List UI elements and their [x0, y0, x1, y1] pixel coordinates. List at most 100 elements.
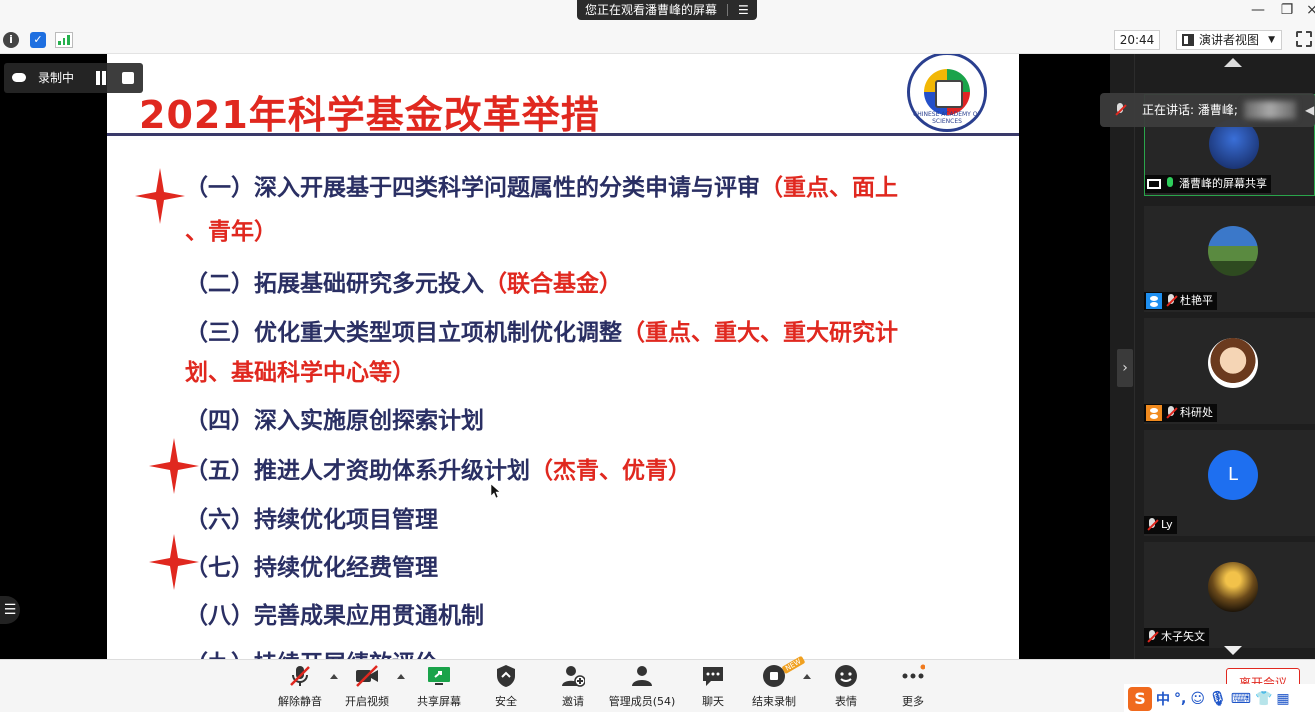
ime-language[interactable]: 中 [1156, 689, 1170, 709]
person-icon [1146, 293, 1162, 309]
ime-grid-icon[interactable]: ▦ [1276, 691, 1289, 707]
title-bar: 您正在观看潘曹峰的屏幕 ☰ — ❐ × [0, 0, 1315, 26]
ime-punctuation[interactable]: °, [1174, 691, 1186, 707]
pause-recording-button[interactable] [94, 71, 108, 85]
item-highlight: （重点、重大、重大研究计 [622, 320, 898, 346]
unmute-button[interactable]: 解除静音 [270, 664, 330, 709]
view-mode-dropdown[interactable]: 演讲者视图 ▼ [1176, 30, 1282, 50]
share-banner-text: 您正在观看潘曹峰的屏幕 [585, 3, 718, 17]
avatar [1208, 226, 1258, 276]
menu-icon[interactable]: ☰ [738, 0, 749, 20]
mic-icon [1164, 177, 1176, 191]
recording-options-caret[interactable] [803, 674, 811, 679]
logo-emblem [924, 69, 970, 115]
ime-skin-icon[interactable]: 👕 [1255, 691, 1272, 707]
end-recording-label: 结束录制 [752, 695, 796, 708]
stop-recording-button[interactable] [122, 72, 134, 84]
slide-item: （九）持续开展绩效评价 [185, 649, 438, 659]
participant-tile[interactable]: 杜艳平 [1144, 206, 1315, 312]
slide-item: （六）持续优化项目管理 [185, 505, 438, 535]
chat-icon [703, 667, 723, 686]
security-label: 安全 [495, 695, 517, 708]
shield-icon [497, 665, 515, 687]
avatar [1208, 338, 1258, 388]
slide-item: （八）完善成果应用贯通机制 [185, 601, 484, 631]
slide-item-continuation: 、青年） [185, 219, 277, 245]
item-highlight: （杰青、优青） [530, 458, 691, 484]
start-video-button[interactable]: 开启视频 [337, 664, 397, 709]
recording-label: 录制中 [38, 71, 75, 85]
reactions-label: 表情 [835, 695, 857, 708]
participant-gallery: › 潘曹峰的屏幕共享 杜艳平 科研处 L Ly 木子矢文 [1110, 54, 1315, 659]
ime-emoji-icon[interactable]: ☺ [1190, 691, 1205, 707]
end-recording-button[interactable]: 结束录制 [744, 664, 804, 709]
layout-icon [1182, 34, 1194, 46]
share-banner[interactable]: 您正在观看潘曹峰的屏幕 ☰ [577, 0, 757, 20]
participant-tile[interactable]: 科研处 [1144, 318, 1315, 424]
scroll-down-icon[interactable] [1224, 646, 1242, 655]
participant-tile[interactable]: L Ly [1144, 430, 1315, 536]
participant-name-tag: Ly [1144, 516, 1177, 534]
ime-logo-icon[interactable]: S [1128, 686, 1152, 711]
video-off-icon [356, 665, 378, 687]
restore-icon[interactable]: ❐ [1277, 2, 1297, 18]
video-options-caret[interactable] [397, 674, 405, 679]
signal-icon[interactable] [55, 32, 73, 48]
info-icon[interactable]: i [3, 32, 19, 48]
invite-button[interactable]: 邀请 [543, 664, 603, 709]
meeting-clock: 20:44 [1114, 30, 1160, 50]
participant-name: 科研处 [1180, 406, 1213, 419]
manage-members-label: 管理成员(54) [608, 695, 676, 708]
mic-muted-icon [290, 666, 310, 686]
more-button[interactable]: 更多 [883, 664, 943, 709]
chat-button[interactable]: 聊天 [683, 664, 743, 709]
collapse-gallery-button[interactable]: › [1117, 349, 1133, 387]
item-text: （一）深入开展基于四类科学问题属性的分类申请与评审 [185, 175, 760, 201]
share-screen-button[interactable]: 共享屏幕 [409, 664, 469, 709]
reactions-button[interactable]: 表情 [816, 664, 876, 709]
share-screen-icon [428, 667, 450, 685]
separator [727, 4, 729, 16]
meeting-control-bar: 解除静音 开启视频 共享屏幕 安全 邀请 管理成员(54) 聊天 结束录制 NE… [0, 655, 1315, 712]
item-text: （二）拓展基础研究多元投入 [185, 271, 484, 297]
blurred-name [1244, 101, 1296, 119]
item-text: （九）持续开展绩效评价 [185, 651, 438, 659]
institution-logo: CHINESE ACADEMY OF SCIENCES [907, 54, 987, 132]
slide-item: （一）深入开展基于四类科学问题属性的分类申请与评审（重点、面上 [185, 173, 898, 203]
ime-keyboard-icon[interactable]: ⌨ [1231, 691, 1251, 707]
mic-muted-icon [1165, 406, 1177, 420]
item-highlight: （重点、面上 [760, 175, 898, 201]
participant-tile[interactable]: 木子矢文 [1144, 542, 1315, 648]
ime-mic-icon[interactable]: 🎙 [1209, 691, 1227, 707]
scroll-up-icon[interactable] [1224, 58, 1242, 67]
add-person-icon [562, 666, 586, 687]
active-speaker-label: 正在讲话: 潘曹峰; [1142, 103, 1238, 117]
participant-name-tag: 科研处 [1144, 404, 1217, 422]
gallery-divider [1134, 54, 1135, 659]
slide-item: （三）优化重大类型项目立项机制优化调整（重点、重大、重大研究计 [185, 318, 898, 348]
minimize-icon[interactable]: — [1248, 2, 1268, 18]
active-speaker-banner: 正在讲话: 潘曹峰; ◀ [1100, 93, 1315, 127]
logo-text: CHINESE ACADEMY OF SCIENCES [913, 111, 981, 125]
meeting-window: 您正在观看潘曹峰的屏幕 ☰ — ❐ × i ✓ 20:44 演讲者视图 ▼ 20… [0, 0, 1315, 712]
more-icon [902, 664, 926, 679]
mouse-pointer-icon [491, 484, 501, 498]
mic-muted-icon [1114, 103, 1126, 117]
item-text: （五）推进人才资助体系升级计划 [185, 458, 530, 484]
mic-muted-icon [1146, 630, 1158, 644]
security-button[interactable]: 安全 [476, 664, 536, 709]
invite-label: 邀请 [562, 695, 584, 708]
item-highlight: （联合基金） [484, 271, 622, 297]
close-icon[interactable]: × [1302, 2, 1315, 18]
input-method-toolbar[interactable]: S 中 °, ☺ 🎙 ⌨ 👕 ▦ [1124, 684, 1315, 712]
participant-name: Ly [1161, 518, 1173, 531]
item-text: （三）优化重大类型项目立项机制优化调整 [185, 320, 622, 346]
red-star-icon [135, 168, 185, 224]
manage-members-button[interactable]: 管理成员(54) [606, 664, 678, 709]
shield-icon[interactable]: ✓ [30, 32, 46, 48]
screen-share-icon [1147, 179, 1161, 189]
chevron-left-icon[interactable]: ◀ [1305, 93, 1314, 127]
slide-item: （五）推进人才资助体系升级计划（杰青、优青） [185, 456, 691, 486]
emoji-icon [835, 665, 857, 687]
fullscreen-icon[interactable] [1296, 31, 1312, 47]
